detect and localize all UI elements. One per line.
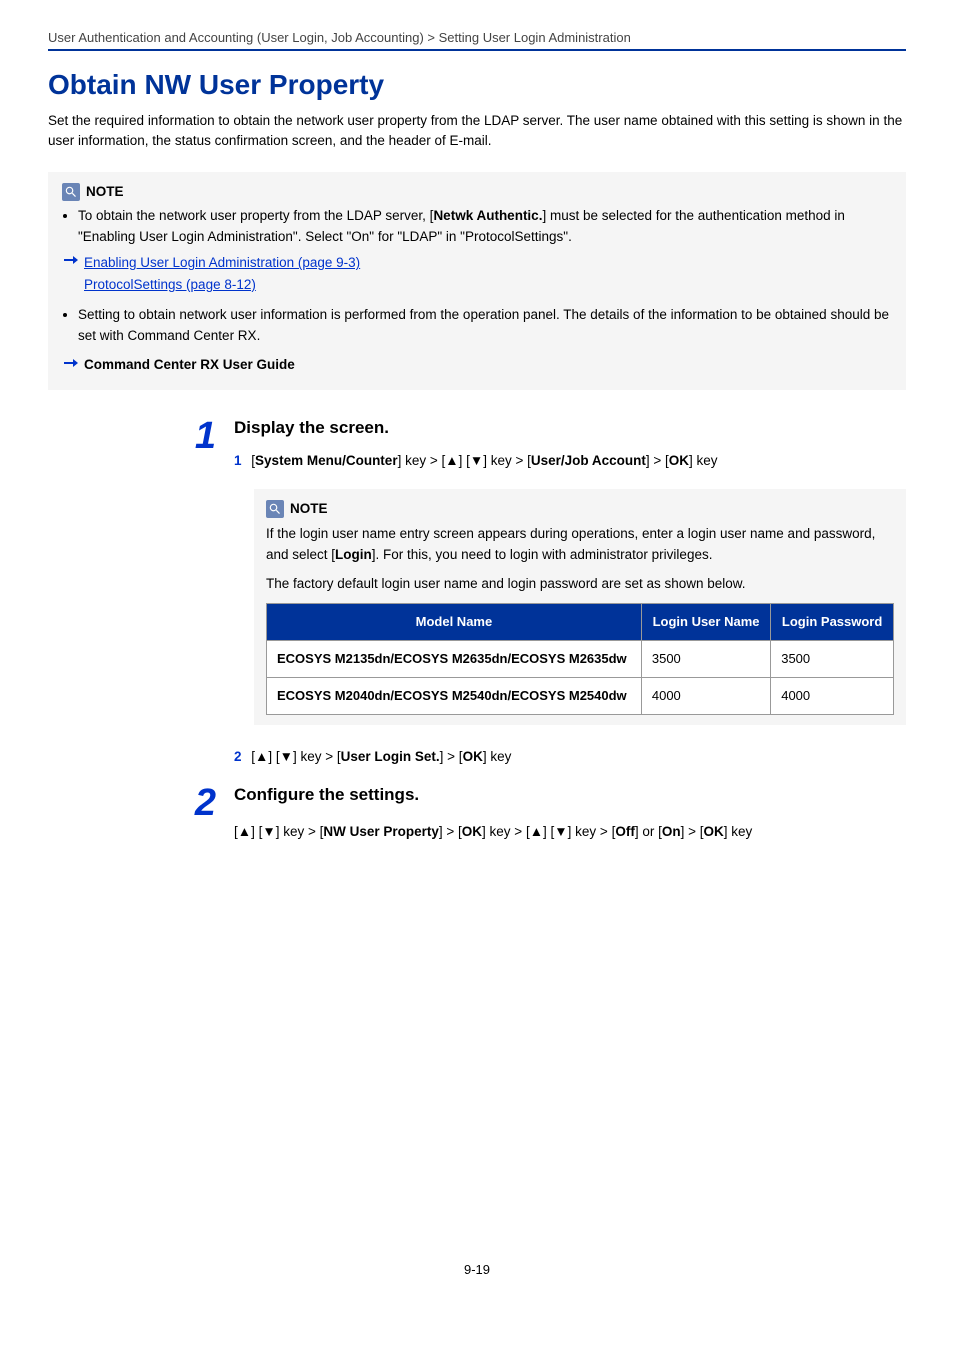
table-row: ECOSYS M2135dn/ECOSYS M2635dn/ECOSYS M26… (267, 640, 894, 677)
inner-note-box: NOTE If the login user name entry screen… (254, 489, 906, 725)
cell-pass: 3500 (771, 640, 894, 677)
note-bullet-2: Setting to obtain network user informati… (78, 305, 892, 347)
page-number: 9-19 (48, 1262, 906, 1277)
note-header: NOTE (62, 182, 892, 203)
cell-user: 3500 (641, 640, 770, 677)
step-1-row: 1 Display the screen. (188, 418, 906, 451)
note-icon (266, 500, 284, 518)
step-2-number: 2 (188, 789, 216, 818)
link-enabling-user-login[interactable]: Enabling User Login Administration (page… (84, 252, 360, 274)
step-2-row: 2 Configure the settings. (188, 785, 906, 818)
link-row-1: Enabling User Login Administration (page… (64, 252, 892, 295)
cell-model: ECOSYS M2135dn/ECOSYS M2635dn/ECOSYS M26… (267, 640, 642, 677)
cell-model: ECOSYS M2040dn/ECOSYS M2540dn/ECOSYS M25… (267, 677, 642, 714)
cell-pass: 4000 (771, 677, 894, 714)
inner-note-label: NOTE (290, 499, 328, 520)
th-model: Model Name (267, 603, 642, 640)
step-1-content: 1 [System Menu/Counter] key > [▲] [▼] ke… (234, 451, 906, 768)
note-bullet-list: To obtain the network user property from… (62, 206, 892, 248)
step-1-heading: Display the screen. (234, 418, 389, 438)
th-pass: Login Password (771, 603, 894, 640)
note-bullet-list-2: Setting to obtain network user informati… (62, 305, 892, 347)
arrow-right-icon (64, 252, 78, 270)
step-2-content: [▲] [▼] key > [NW User Property] > [OK] … (234, 822, 906, 842)
page-title: Obtain NW User Property (48, 69, 906, 101)
breadcrumb: User Authentication and Accounting (User… (48, 30, 906, 45)
login-defaults-table: Model Name Login User Name Login Passwor… (266, 603, 894, 715)
divider (48, 49, 906, 51)
step-1-number: 1 (188, 422, 216, 451)
arrow-right-icon (64, 355, 78, 373)
step-1-sub-2: 2 [▲] [▼] key > [User Login Set.] > [OK]… (234, 747, 906, 767)
intro-text: Set the required information to obtain t… (48, 111, 906, 152)
command-center-ref: Command Center RX User Guide (84, 355, 295, 376)
inner-note-p1: If the login user name entry screen appe… (266, 524, 894, 566)
note-icon (62, 183, 80, 201)
step-2-heading: Configure the settings. (234, 785, 419, 805)
note-label: NOTE (86, 182, 124, 203)
th-user: Login User Name (641, 603, 770, 640)
table-row: ECOSYS M2040dn/ECOSYS M2540dn/ECOSYS M25… (267, 677, 894, 714)
inner-note-p2: The factory default login user name and … (266, 574, 894, 595)
ref-row: Command Center RX User Guide (64, 355, 892, 376)
note-bullet-1: To obtain the network user property from… (78, 206, 892, 248)
note-box: NOTE To obtain the network user property… (48, 172, 906, 391)
link-protocol-settings[interactable]: ProtocolSettings (page 8-12) (84, 274, 360, 296)
cell-user: 4000 (641, 677, 770, 714)
inner-note-header: NOTE (266, 499, 894, 520)
step-1-sub-1: 1 [System Menu/Counter] key > [▲] [▼] ke… (234, 451, 906, 471)
